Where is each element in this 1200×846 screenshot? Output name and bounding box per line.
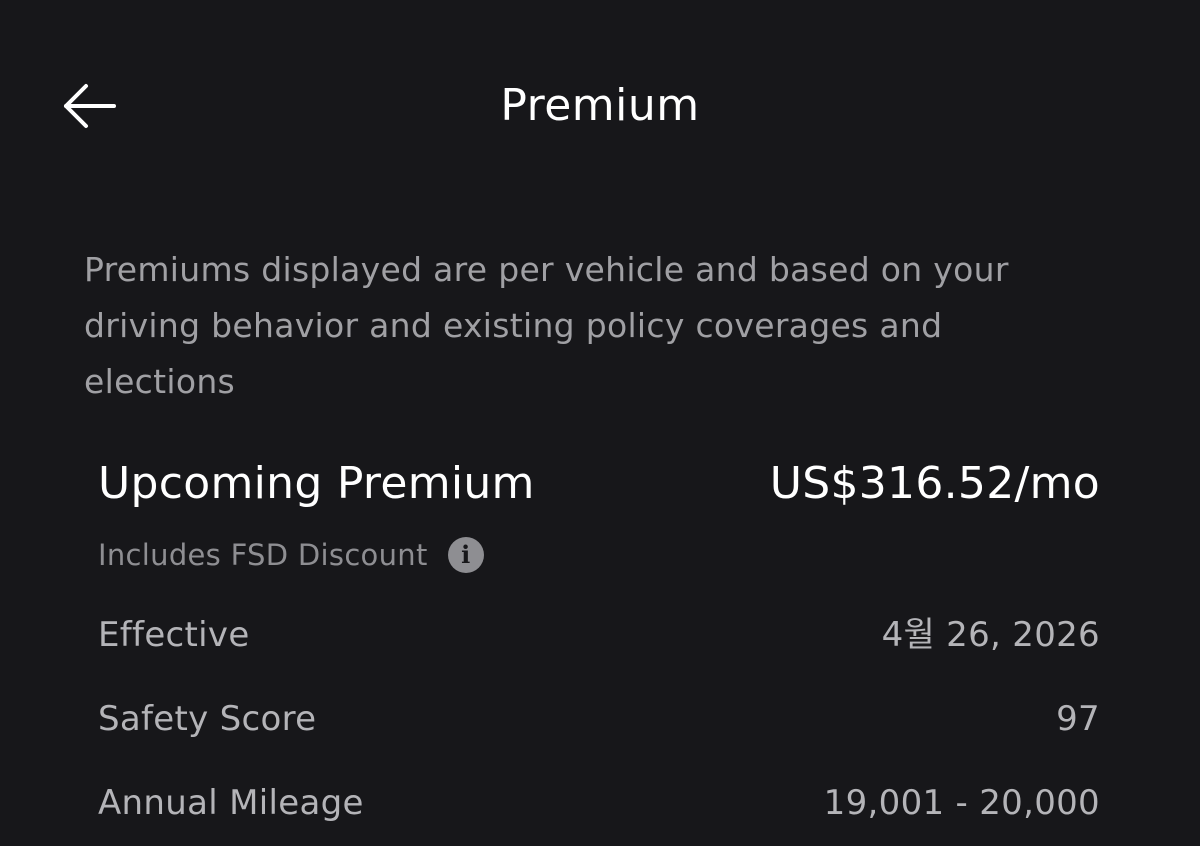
upcoming-premium-value: US$316.52/mo — [769, 458, 1100, 509]
effective-value: 4월 26, 2026 — [881, 615, 1100, 655]
annual-mileage-label: Annual Mileage — [98, 783, 364, 823]
effective-label: Effective — [98, 615, 250, 655]
upcoming-premium-label: Upcoming Premium — [98, 458, 535, 509]
safety-score-value: 97 — [1056, 699, 1100, 739]
annual-mileage-row: Annual Mileage 19,001 - 20,000 — [98, 776, 1100, 830]
safety-score-row: Safety Score 97 — [98, 692, 1100, 746]
page-title: Premium — [500, 80, 700, 131]
upcoming-premium-row: Upcoming Premium US$316.52/mo — [98, 452, 1100, 516]
info-icon[interactable]: i — [447, 537, 484, 573]
effective-row: Effective 4월 26, 2026 — [98, 608, 1100, 662]
fsd-discount-label: Includes FSD Discount — [98, 538, 428, 572]
disclaimer-text: Premiums displayed are per vehicle and b… — [84, 250, 1009, 401]
annual-mileage-value: 19,001 - 20,000 — [823, 783, 1100, 823]
header-bar: Premium — [0, 0, 1200, 210]
safety-score-label: Safety Score — [98, 699, 317, 739]
fsd-discount-note: Includes FSD Discount i — [98, 532, 484, 578]
